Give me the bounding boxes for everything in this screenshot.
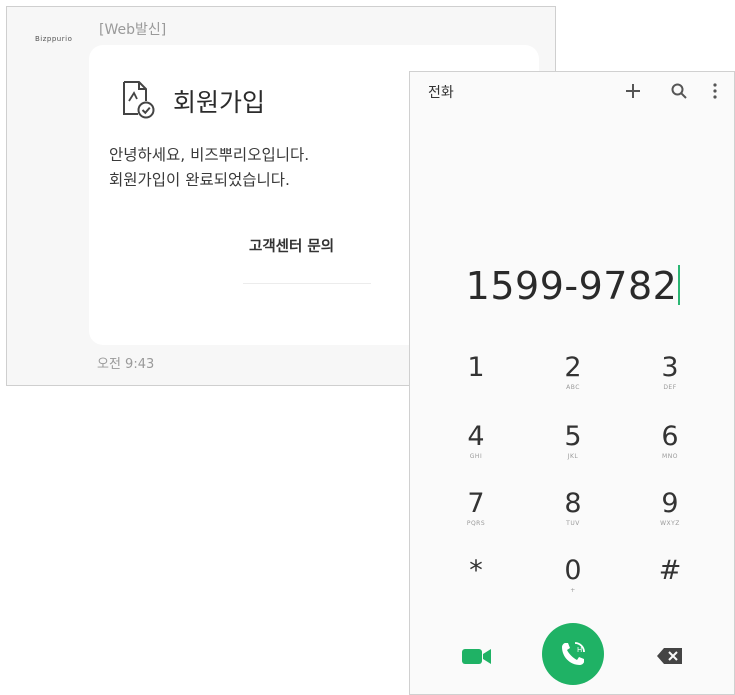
- video-call-button[interactable]: [454, 638, 500, 674]
- sender-logo: Bizppurio: [35, 35, 73, 43]
- key-2[interactable]: 2 ABC: [533, 353, 613, 411]
- key-6[interactable]: 6 MNO: [630, 422, 710, 480]
- web-sent-tag: [Web발신]: [99, 22, 167, 38]
- message-button-area[interactable]: [243, 283, 371, 330]
- plus-icon[interactable]: [620, 78, 646, 104]
- more-vert-icon[interactable]: [702, 78, 728, 104]
- search-icon[interactable]: [666, 78, 692, 104]
- backspace-icon: [657, 648, 682, 664]
- message-time: 오전 9:43: [97, 357, 155, 372]
- key-1[interactable]: 1: [436, 353, 516, 411]
- video-call-icon: [462, 649, 491, 664]
- svg-text:H: H: [577, 646, 582, 654]
- key-0[interactable]: 0 +: [533, 556, 613, 614]
- number-display[interactable]: 1599-9782: [410, 264, 735, 308]
- voice-call-icon: H: [562, 642, 585, 665]
- key-8[interactable]: 8 TUV: [533, 489, 613, 547]
- key-5[interactable]: 5 JKL: [533, 422, 613, 480]
- key-star[interactable]: *: [436, 556, 516, 614]
- key-3[interactable]: 3 DEF: [630, 353, 710, 411]
- voice-call-button[interactable]: H: [542, 623, 604, 685]
- key-7[interactable]: 7 PQRS: [436, 489, 516, 547]
- phone-dialer: 전화 1599-9782 1 2 ABC 3 DEF 4 GHI 5 JKL 6 MNO …: [409, 71, 735, 695]
- document-check-icon: [119, 79, 155, 119]
- dialed-number: 1599-9782: [465, 264, 678, 308]
- customer-center-link[interactable]: 고객센터 문의: [249, 235, 334, 256]
- dialer-title: 전화: [428, 85, 454, 101]
- text-cursor: [678, 265, 681, 305]
- message-body: 안녕하세요, 비즈뿌리오입니다. 회원가입이 완료되었습니다.: [109, 146, 310, 189]
- message-title: 회원가입: [173, 88, 266, 117]
- key-9[interactable]: 9 WXYZ: [630, 489, 710, 547]
- key-hash[interactable]: #: [630, 556, 710, 614]
- key-4[interactable]: 4 GHI: [436, 422, 516, 480]
- backspace-button[interactable]: [650, 642, 690, 670]
